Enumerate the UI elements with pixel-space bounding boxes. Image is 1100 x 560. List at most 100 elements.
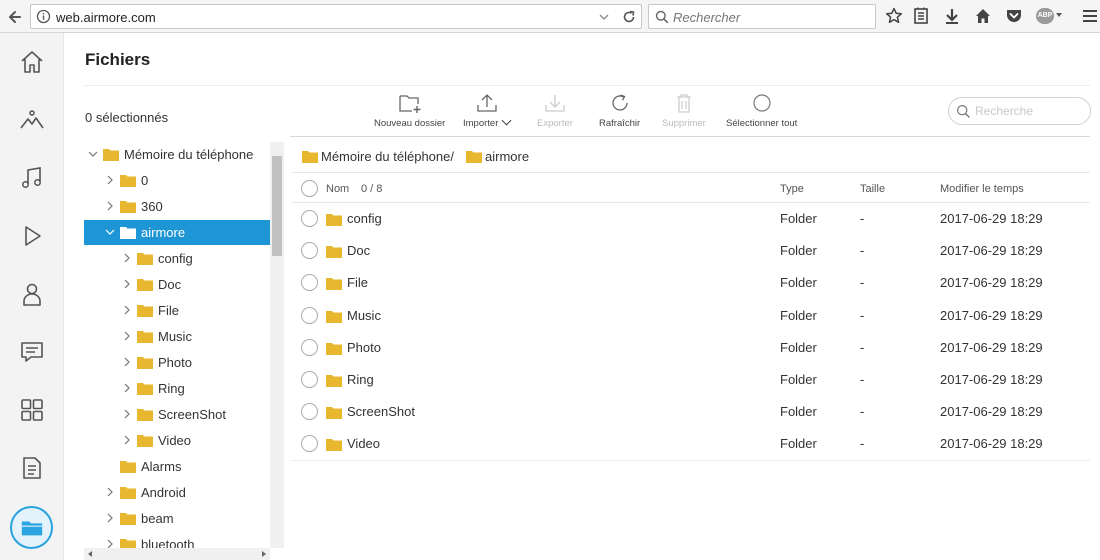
- home-icon[interactable]: [973, 6, 993, 26]
- file-name[interactable]: Ring: [347, 372, 374, 387]
- scroll-right-arrow-icon[interactable]: [262, 551, 266, 557]
- row-select-radio[interactable]: [301, 306, 318, 324]
- rail-home[interactable]: [0, 33, 64, 91]
- chevron-right-icon[interactable]: [122, 383, 132, 393]
- rail-video[interactable]: [0, 207, 64, 265]
- tree-item[interactable]: Doc: [84, 272, 270, 297]
- row-select-radio[interactable]: [301, 210, 318, 227]
- chevron-down-icon[interactable]: [105, 227, 115, 237]
- file-name[interactable]: Photo: [347, 340, 381, 355]
- reload-icon[interactable]: [621, 9, 637, 25]
- chevron-down-icon[interactable]: [1056, 13, 1062, 17]
- file-search-box[interactable]: [948, 97, 1091, 125]
- chevron-right-icon[interactable]: [105, 513, 115, 523]
- rail-music[interactable]: [0, 149, 64, 207]
- browser-search-placeholder[interactable]: Rechercher: [673, 10, 740, 25]
- pocket-icon[interactable]: [1004, 6, 1024, 26]
- file-row[interactable]: config Folder - 2017-06-29 18:29: [292, 203, 1090, 235]
- url-text[interactable]: web.airmore.com: [56, 10, 156, 25]
- browser-search-box[interactable]: Rechercher: [648, 4, 876, 29]
- new-folder-button[interactable]: Nouveau dossier: [374, 92, 445, 132]
- breadcrumb-current[interactable]: airmore: [485, 149, 529, 164]
- row-select-radio[interactable]: [301, 403, 318, 421]
- file-row[interactable]: Ring Folder - 2017-06-29 18:29: [292, 364, 1090, 396]
- breadcrumb-root[interactable]: Mémoire du téléphone/: [321, 149, 454, 164]
- download-icon[interactable]: [942, 6, 962, 26]
- file-name[interactable]: Doc: [347, 243, 370, 258]
- chevron-right-icon[interactable]: [105, 487, 115, 497]
- scrollbar-thumb[interactable]: [272, 156, 282, 256]
- chevron-right-icon[interactable]: [122, 409, 132, 419]
- chevron-right-icon[interactable]: [105, 201, 115, 211]
- chevron-right-icon[interactable]: [122, 279, 132, 289]
- rail-files-active[interactable]: [10, 506, 53, 549]
- tree-item[interactable]: File: [84, 298, 270, 323]
- file-name[interactable]: config: [347, 211, 382, 226]
- column-name[interactable]: Nom: [326, 183, 349, 195]
- rail-apps[interactable]: [0, 381, 64, 439]
- tree-item[interactable]: beam: [84, 506, 270, 531]
- column-modified[interactable]: Modifier le temps: [940, 183, 1024, 195]
- tree-item[interactable]: bluetooth: [84, 532, 270, 548]
- rail-photos[interactable]: [0, 91, 64, 149]
- tree-item[interactable]: 360: [84, 194, 270, 219]
- chevron-down-icon[interactable]: [88, 149, 98, 159]
- chevron-right-icon[interactable]: [122, 435, 132, 445]
- file-row[interactable]: Video Folder - 2017-06-29 18:29: [292, 428, 1090, 460]
- row-select-radio[interactable]: [301, 338, 318, 356]
- file-row[interactable]: Music Folder - 2017-06-29 18:29: [292, 300, 1090, 332]
- chevron-right-icon[interactable]: [122, 357, 132, 367]
- tree-item[interactable]: Alarms: [84, 454, 270, 479]
- tree-item[interactable]: ScreenShot: [84, 402, 270, 427]
- rail-documents[interactable]: [0, 439, 64, 497]
- chevron-right-icon[interactable]: [105, 539, 115, 548]
- menu-icon[interactable]: [1080, 6, 1100, 26]
- chevron-right-icon[interactable]: [122, 305, 132, 315]
- tree-item[interactable]: Music: [84, 324, 270, 349]
- file-row[interactable]: Photo Folder - 2017-06-29 18:29: [292, 332, 1090, 364]
- row-select-radio[interactable]: [301, 242, 318, 260]
- back-arrow-icon[interactable]: [5, 6, 27, 28]
- select-all-radio[interactable]: [301, 180, 318, 197]
- row-select-radio[interactable]: [301, 435, 318, 453]
- import-button[interactable]: Importer: [463, 92, 512, 132]
- select-all-button[interactable]: Sélectionner tout: [726, 92, 797, 132]
- file-name[interactable]: Music: [347, 308, 381, 323]
- tree-item[interactable]: Ring: [84, 376, 270, 401]
- column-size[interactable]: Taille: [860, 183, 885, 195]
- column-type[interactable]: Type: [780, 183, 804, 195]
- file-search-input[interactable]: [975, 103, 1085, 119]
- tree-horizontal-scrollbar[interactable]: [84, 548, 270, 560]
- star-icon[interactable]: [884, 6, 904, 26]
- export-button[interactable]: Exporter: [537, 92, 573, 132]
- file-row[interactable]: Doc Folder - 2017-06-29 18:29: [292, 235, 1090, 267]
- tree-vertical-scrollbar[interactable]: [270, 142, 284, 548]
- file-name[interactable]: ScreenShot: [347, 404, 415, 419]
- tree-item[interactable]: Video: [84, 428, 270, 453]
- rail-messages[interactable]: [0, 323, 64, 381]
- tree-item[interactable]: airmore: [84, 220, 270, 245]
- url-bar[interactable]: web.airmore.com: [30, 4, 642, 29]
- delete-button[interactable]: Supprimer: [662, 92, 706, 132]
- file-name[interactable]: Video: [347, 436, 380, 451]
- file-row[interactable]: ScreenShot Folder - 2017-06-29 18:29: [292, 396, 1090, 428]
- tree-item[interactable]: Mémoire du téléphone: [84, 142, 270, 167]
- file-row[interactable]: File Folder - 2017-06-29 18:29: [292, 267, 1090, 299]
- row-select-radio[interactable]: [301, 371, 318, 388]
- row-select-radio[interactable]: [301, 274, 318, 292]
- chevron-right-icon[interactable]: [105, 175, 115, 185]
- adblock-icon[interactable]: ABP: [1036, 8, 1054, 24]
- info-icon[interactable]: [36, 9, 51, 24]
- chevron-down-icon[interactable]: [597, 10, 611, 24]
- scroll-left-arrow-icon[interactable]: [88, 551, 92, 557]
- reading-list-icon[interactable]: [911, 6, 931, 26]
- rail-contacts[interactable]: [0, 265, 64, 323]
- tree-item[interactable]: Photo: [84, 350, 270, 375]
- chevron-right-icon[interactable]: [122, 253, 132, 263]
- file-name[interactable]: File: [347, 275, 368, 290]
- chevron-right-icon[interactable]: [122, 331, 132, 341]
- tree-item[interactable]: Android: [84, 480, 270, 505]
- tree-item[interactable]: config: [84, 246, 270, 271]
- refresh-button[interactable]: Rafraîchir: [599, 92, 640, 132]
- tree-item[interactable]: 0: [84, 168, 270, 193]
